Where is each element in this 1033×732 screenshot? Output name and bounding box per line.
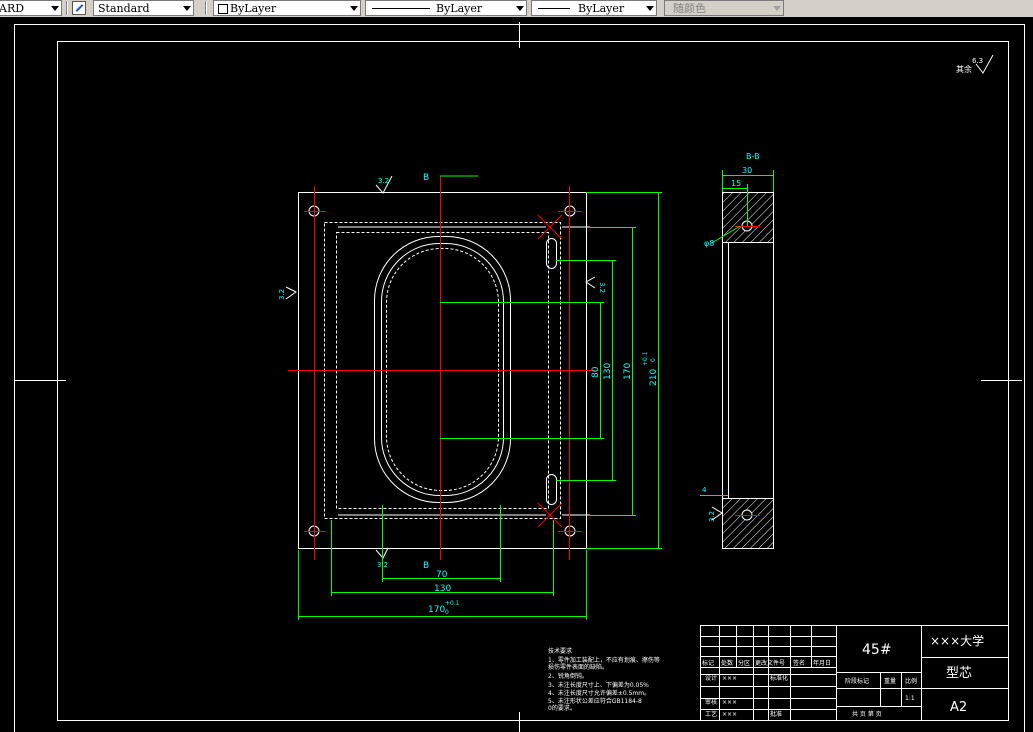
toolbar-separator	[205, 1, 207, 15]
text-style-value: ARD	[0, 2, 25, 15]
roughness-section: 3.2	[708, 511, 716, 522]
tol-upper-h: +0.1	[445, 600, 460, 607]
dim-70: 70	[436, 570, 448, 580]
review-label: 审核	[705, 698, 717, 706]
chevron-down-icon[interactable]	[646, 6, 654, 11]
surface-note: 其余	[956, 64, 972, 74]
color-value: ByLayer	[230, 2, 277, 15]
process-value: ×××	[722, 711, 737, 718]
note-line: 3、未注长度尺寸上、下偏差为0.05%	[548, 681, 649, 689]
chevron-down-icon[interactable]	[183, 6, 191, 11]
note-line: 4、未注长度尺寸允许偏差±0.5mm。	[548, 689, 650, 697]
weight-label: 重量	[884, 677, 896, 685]
tol-lower-h: 0	[445, 609, 449, 616]
tb-header: 标记	[702, 659, 714, 667]
linetype-value: ByLayer	[436, 2, 483, 15]
hatch-bottom	[723, 498, 773, 548]
university-name: ×××大学	[930, 633, 984, 648]
note-line: 1、零件加工装配上，不应有划痕、擦伤等	[548, 656, 660, 664]
dim-170v: 170	[623, 363, 633, 380]
linetype-dropdown[interactable]: ByLayer	[365, 0, 527, 16]
tb-header: 年月日	[813, 659, 831, 667]
note-line: 0的要求。	[548, 704, 576, 712]
review-value: ×××	[722, 699, 737, 706]
note-line: 2、锐角倒钝。	[548, 672, 588, 680]
text-style-dropdown[interactable]: ARD	[0, 0, 62, 16]
color-swatch-icon	[218, 4, 228, 14]
dim-80: 80	[591, 366, 601, 378]
note-line: 损伤零件表面的缺陷。	[548, 663, 608, 671]
scale-value: 1:1	[905, 695, 915, 702]
sheet-size: A2	[950, 700, 967, 715]
process-label: 工艺	[705, 710, 717, 718]
stage-label: 阶段标记	[845, 677, 869, 685]
sheets-label: 共 页 第 页	[852, 710, 882, 718]
lineweight-preview-icon	[538, 8, 570, 9]
dim-4: 4	[702, 486, 707, 494]
part-name: 型芯	[946, 666, 972, 681]
standard-label: 标准化	[770, 674, 788, 682]
section-mark-top: B	[423, 173, 429, 183]
design-value: ×××	[722, 675, 737, 682]
roughness-left: 3.2	[278, 289, 286, 300]
toolbar-separator	[66, 1, 68, 15]
chevron-down-icon[interactable]	[350, 6, 358, 11]
dia-label: φ8	[704, 239, 714, 248]
linetype-preview-icon	[372, 8, 430, 9]
roughness-right: 3.2	[598, 282, 606, 293]
plotstyle-value: 随颜色	[673, 2, 706, 15]
drawing-canvas[interactable]: 其余 6.3 B B 3.2 3.2 3.2 3.2 70 130 170 +0…	[0, 17, 1033, 732]
note-line: 5、未注形状公差应符合GB1184-8	[548, 697, 642, 705]
section-mark-bottom: B	[423, 561, 429, 571]
section-title: B-B	[746, 152, 760, 161]
dim-30: 30	[742, 166, 752, 175]
tb-header: 签名	[793, 659, 805, 667]
plotstyle-dropdown[interactable]: 随颜色	[664, 0, 784, 16]
dim-15: 15	[731, 179, 741, 188]
tol-upper-v: +0.1	[642, 351, 649, 366]
dim-130v: 130	[603, 363, 613, 380]
tb-header: 处数	[721, 659, 733, 667]
material-value: 45#	[862, 642, 892, 658]
lineweight-dropdown[interactable]: ByLayer	[531, 0, 657, 16]
dim-style-dropdown[interactable]: Standard	[93, 0, 194, 16]
notes-title: 技术要求	[548, 647, 572, 655]
design-label: 设计	[705, 674, 717, 682]
dim-130: 130	[434, 584, 451, 594]
dimension-style-icon[interactable]	[72, 1, 86, 15]
chevron-down-icon[interactable]	[773, 6, 781, 11]
dim-style-value: Standard	[98, 2, 150, 15]
tol-lower-v: 0	[650, 358, 657, 362]
surface-symbol-value: 6.3	[972, 57, 983, 65]
canvas-background	[0, 17, 1033, 732]
dim-170: 170	[428, 605, 445, 615]
dim-210: 210	[649, 369, 659, 386]
scale-label: 比例	[905, 677, 917, 685]
tb-header: 更改文件号	[755, 659, 785, 667]
tb-header: 分区	[738, 659, 750, 667]
chevron-down-icon[interactable]	[51, 6, 59, 11]
color-dropdown[interactable]: ByLayer	[213, 0, 361, 16]
properties-toolbar: ARD Standard ByLayer ByLayer ByLayer 随颜色	[0, 0, 1033, 18]
lineweight-value: ByLayer	[578, 2, 625, 15]
approve-label: 批准	[770, 710, 782, 718]
chevron-down-icon[interactable]	[516, 6, 524, 11]
